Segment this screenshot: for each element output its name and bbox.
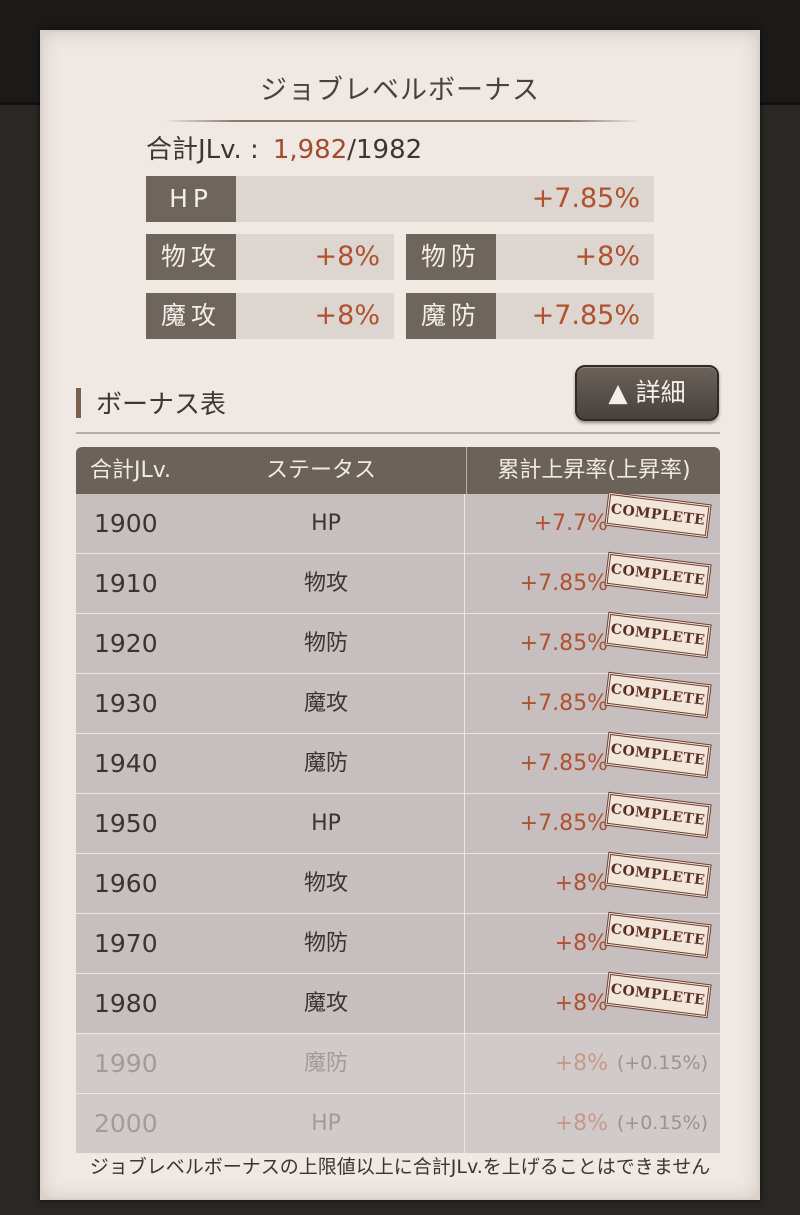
stat-label: 物攻: [146, 234, 236, 280]
row-status: HP: [311, 1111, 341, 1136]
stat-row-mag-def: 魔防 +7.85%: [406, 293, 654, 339]
stat-label: 魔攻: [146, 293, 236, 339]
panel-title: ジョブレベルボーナス: [260, 75, 540, 106]
row-rate: +7.85%: [519, 751, 608, 776]
complete-stamp: COMPLETE: [604, 671, 712, 719]
stat-value: +7.85%: [531, 300, 640, 331]
row-increment: (+0.15%): [616, 1052, 708, 1074]
complete-stamp: COMPLETE: [604, 491, 712, 539]
complete-stamp: COMPLETE: [604, 791, 712, 839]
footer-note: ジョブレベルボーナスの上限値以上に合計JLv.を上げることはできません: [89, 1156, 711, 1178]
table-row: 2000 HP +8% (+0.15%): [76, 1094, 720, 1154]
header-status: ステータス: [266, 458, 377, 483]
column-divider: [464, 494, 465, 553]
complete-stamp: COMPLETE: [604, 911, 712, 959]
complete-stamp: COMPLETE: [604, 551, 712, 599]
complete-stamp: COMPLETE: [604, 611, 712, 659]
table-body: 1900 HP +7.7% COMPLETE 1910 物攻 +7.85% COMPLETE 1…: [76, 491, 720, 1154]
row-level: 1950: [94, 809, 158, 838]
row-rate: +8%: [554, 1051, 608, 1076]
stat-value: +8%: [314, 241, 380, 272]
column-divider: [464, 1094, 465, 1153]
job-level-bonus-panel: ジョブレベルボーナス 合計JLv. :1,982/1982 HP +7.85% …: [40, 30, 760, 1200]
table-row: 1950 HP +7.85% COMPLETE: [76, 791, 720, 854]
row-status: 魔防: [303, 1051, 348, 1076]
row-level: 1970: [94, 929, 158, 958]
stat-label: 物防: [406, 234, 496, 280]
table-header: 合計JLv. ステータス 累計上昇率(上昇率): [76, 447, 720, 494]
stat-row-phys-atk: 物攻 +8%: [146, 234, 394, 280]
row-rate: +7.85%: [519, 811, 608, 836]
column-divider: [464, 554, 465, 613]
row-status: 物攻: [303, 871, 348, 896]
row-status: 魔防: [303, 751, 348, 776]
table-row: 1920 物防 +7.85% COMPLETE: [76, 611, 720, 674]
stat-row-hp: HP +7.85%: [146, 176, 654, 222]
column-divider: [464, 614, 465, 673]
stat-row-mag-atk: 魔攻 +8%: [146, 293, 394, 339]
stat-value: +8%: [574, 241, 640, 272]
total-level-label: 合計JLv. :: [146, 135, 259, 165]
column-divider: [464, 734, 465, 793]
row-status: 魔攻: [303, 691, 348, 716]
title-divider: [164, 120, 640, 122]
row-rate: +7.7%: [533, 511, 608, 536]
total-level-current: 1,982: [272, 135, 348, 165]
column-divider: [464, 914, 465, 973]
row-status: 物防: [303, 931, 348, 956]
header-total-level: 合計JLv.: [90, 458, 172, 483]
row-level: 1940: [94, 749, 158, 778]
complete-stamp: COMPLETE: [604, 851, 712, 899]
table-row: 1940 魔防 +7.85% COMPLETE: [76, 731, 720, 794]
column-divider: [464, 674, 465, 733]
detail-toggle-button[interactable]: ▲ 詳細: [575, 365, 719, 421]
row-level: 1990: [94, 1049, 158, 1078]
section-marker: [76, 388, 81, 418]
row-status: HP: [311, 511, 341, 536]
column-divider: [464, 794, 465, 853]
row-rate: +7.85%: [519, 571, 608, 596]
column-divider: [464, 854, 465, 913]
table-row: 1990 魔防 +8% (+0.15%): [76, 1034, 720, 1094]
row-status: 魔攻: [303, 991, 348, 1016]
row-level: 1980: [94, 989, 158, 1018]
table-row: 1930 魔攻 +7.85% COMPLETE: [76, 671, 720, 734]
bonus-table: 合計JLv. ステータス 累計上昇率(上昇率) 1900 HP +7.7% COMPL…: [76, 447, 720, 1154]
row-level: 1910: [94, 569, 158, 598]
table-row: 1970 物防 +8% COMPLETE: [76, 911, 720, 974]
stat-label: 魔防: [406, 293, 496, 339]
row-level: 1960: [94, 869, 158, 898]
column-divider: [464, 1034, 465, 1093]
row-increment: (+0.15%): [616, 1112, 708, 1134]
table-row: 1960 物攻 +8% COMPLETE: [76, 851, 720, 914]
row-rate: +7.85%: [519, 691, 608, 716]
total-level-max: /1982: [347, 135, 423, 165]
stat-value: +7.85%: [531, 183, 640, 214]
row-rate: +8%: [554, 1111, 608, 1136]
total-level: 合計JLv. : 1,982/1982: [146, 130, 422, 170]
row-rate: +8%: [554, 931, 608, 956]
header-rate: 累計上昇率(上昇率): [466, 447, 721, 494]
table-row: 1910 物攻 +7.85% COMPLETE: [76, 551, 720, 614]
row-rate: +8%: [554, 871, 608, 896]
row-level: 2000: [94, 1109, 158, 1138]
row-status: 物攻: [303, 571, 348, 596]
table-row: 1980 魔攻 +8% COMPLETE: [76, 971, 720, 1034]
stat-value: +8%: [314, 300, 380, 331]
row-rate: +8%: [554, 991, 608, 1016]
section-divider: [76, 432, 720, 434]
stat-label: HP: [146, 176, 236, 222]
row-level: 1930: [94, 689, 158, 718]
stat-row-phys-def: 物防 +8%: [406, 234, 654, 280]
row-status: HP: [311, 811, 341, 836]
table-row: 1900 HP +7.7% COMPLETE: [76, 491, 720, 554]
row-status: 物防: [303, 631, 348, 656]
column-divider: [464, 974, 465, 1033]
row-rate: +7.85%: [519, 631, 608, 656]
row-level: 1920: [94, 629, 158, 658]
complete-stamp: COMPLETE: [604, 971, 712, 1019]
section-title: ボーナス表: [96, 390, 227, 420]
row-level: 1900: [94, 509, 158, 538]
complete-stamp: COMPLETE: [604, 731, 712, 779]
